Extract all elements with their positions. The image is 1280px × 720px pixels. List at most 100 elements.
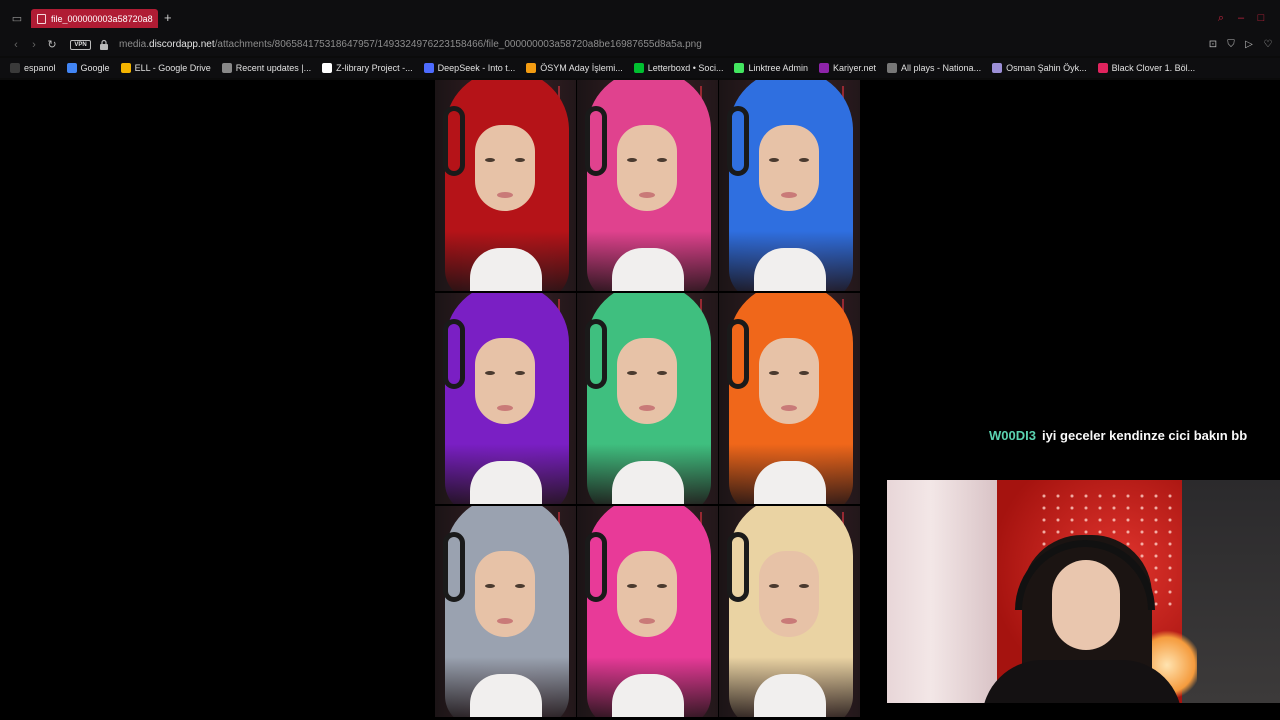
url-prefix: media. bbox=[119, 39, 150, 50]
linktree-icon bbox=[734, 63, 745, 73]
bookmark-label: Osman Şahin Öyk... bbox=[1006, 63, 1087, 73]
folder-icon bbox=[10, 63, 20, 73]
tab-bar: ▭ file_000000003a58720a8 + ⌕ – □ bbox=[0, 0, 1280, 36]
left-eye bbox=[485, 584, 495, 588]
minimize-button[interactable]: – bbox=[1234, 10, 1248, 26]
url-path: /attachments/806584175318647957/14933249… bbox=[214, 39, 702, 50]
face bbox=[617, 125, 677, 211]
tab-title: file_000000003a58720a8 bbox=[51, 13, 153, 24]
shield-icon[interactable]: ⛉ bbox=[1225, 39, 1237, 51]
face bbox=[759, 338, 819, 424]
letterboxd-icon bbox=[633, 63, 644, 73]
lips bbox=[497, 618, 513, 624]
face bbox=[759, 125, 819, 211]
reload-icon[interactable]: ↻ bbox=[45, 38, 59, 52]
right-eye bbox=[657, 158, 667, 162]
bookmark-label: All plays - Nationa... bbox=[901, 63, 982, 73]
right-eye bbox=[515, 371, 525, 375]
face bbox=[475, 125, 535, 211]
webcam-overlay bbox=[887, 480, 1280, 703]
back-button[interactable]: ‹ bbox=[9, 38, 23, 52]
bookmark-item[interactable]: Kariyer.net bbox=[819, 63, 876, 73]
right-eye bbox=[799, 584, 809, 588]
snapshot-icon[interactable]: ⊡ bbox=[1207, 39, 1219, 51]
url-field[interactable]: media.discordapp.net/attachments/8065841… bbox=[119, 39, 702, 51]
left-eye bbox=[627, 158, 637, 162]
shirt bbox=[612, 248, 684, 291]
portrait-blonde bbox=[719, 506, 860, 717]
bookmark-item[interactable]: Linktree Admin bbox=[734, 63, 808, 73]
left-eye bbox=[485, 371, 495, 375]
play-icon[interactable]: ▷ bbox=[1243, 39, 1255, 51]
lock-icon[interactable] bbox=[99, 39, 109, 51]
shirt bbox=[754, 248, 826, 291]
bookmark-label: Z-library Project -... bbox=[336, 63, 413, 73]
shirt bbox=[470, 248, 542, 291]
bookmark-label: ELL - Google Drive bbox=[134, 63, 211, 73]
portrait-pink bbox=[577, 80, 718, 291]
page-icon bbox=[992, 63, 1003, 73]
right-eye bbox=[799, 158, 809, 162]
active-tab[interactable]: file_000000003a58720a8 bbox=[31, 9, 158, 28]
bookmark-item[interactable]: Z-library Project -... bbox=[322, 63, 413, 73]
right-eye bbox=[657, 584, 667, 588]
bookmark-label: ÖSYM Aday İşlemi... bbox=[540, 63, 623, 73]
sidebar-toggle-icon[interactable]: ▭ bbox=[8, 10, 26, 26]
vpn-badge[interactable]: VPN bbox=[70, 40, 91, 50]
face bbox=[475, 551, 535, 637]
face bbox=[617, 338, 677, 424]
lips bbox=[781, 618, 797, 624]
portrait-silver bbox=[435, 506, 576, 717]
chat-username: W00DI3 bbox=[989, 428, 1036, 443]
bookmark-item[interactable]: Osman Şahin Öyk... bbox=[992, 63, 1087, 73]
shirt bbox=[612, 461, 684, 504]
bookmark-item[interactable]: ELL - Google Drive bbox=[120, 63, 211, 73]
left-eye bbox=[769, 371, 779, 375]
bookmark-label: Linktree Admin bbox=[748, 63, 808, 73]
curtain bbox=[887, 480, 997, 703]
chat-text: iyi geceler kendinze cici bakın bb bbox=[1041, 428, 1248, 443]
lips bbox=[639, 405, 655, 411]
url-domain: discordapp.net bbox=[149, 39, 215, 50]
bookmark-item[interactable]: espanol bbox=[10, 63, 56, 73]
portrait-purple bbox=[435, 293, 576, 504]
bookmark-item[interactable]: Google bbox=[66, 63, 110, 73]
bookmark-item[interactable]: All plays - Nationa... bbox=[887, 63, 981, 73]
bookmark-label: Kariyer.net bbox=[833, 63, 877, 73]
forward-button[interactable]: › bbox=[27, 38, 41, 52]
list-icon bbox=[887, 63, 898, 73]
bookmark-item[interactable]: Recent updates |... bbox=[221, 63, 312, 73]
heart-icon[interactable]: ♡ bbox=[1262, 39, 1274, 51]
bookmark-item[interactable]: Black Clover 1. Böl... bbox=[1097, 63, 1196, 73]
deepseek-icon bbox=[423, 63, 434, 73]
headphones bbox=[727, 319, 749, 389]
headphones bbox=[443, 532, 465, 602]
search-icon[interactable]: ⌕ bbox=[1214, 10, 1228, 26]
lips bbox=[497, 405, 513, 411]
drive-icon bbox=[120, 63, 131, 73]
headphones bbox=[443, 319, 465, 389]
maximize-button[interactable]: □ bbox=[1254, 10, 1268, 26]
shirt bbox=[612, 674, 684, 717]
headphones bbox=[727, 532, 749, 602]
lips bbox=[639, 192, 655, 198]
bc-icon bbox=[1097, 63, 1108, 73]
bookmark-label: Black Clover 1. Böl... bbox=[1111, 63, 1196, 73]
shirt bbox=[470, 461, 542, 504]
new-tab-button[interactable]: + bbox=[164, 10, 172, 26]
right-eye bbox=[515, 158, 525, 162]
bookmark-label: Recent updates |... bbox=[235, 63, 312, 73]
headphones bbox=[727, 106, 749, 176]
osym-icon bbox=[526, 63, 537, 73]
right-eye bbox=[657, 371, 667, 375]
bookmark-item[interactable]: Letterboxd • Soci... bbox=[633, 63, 723, 73]
bookmark-item[interactable]: DeepSeek - Into t... bbox=[423, 63, 515, 73]
file-icon bbox=[37, 13, 46, 24]
portrait-green bbox=[577, 293, 718, 504]
z-icon bbox=[322, 63, 333, 73]
hair-color-image bbox=[435, 80, 860, 717]
left-eye bbox=[485, 158, 495, 162]
lips bbox=[781, 192, 797, 198]
headphones bbox=[443, 106, 465, 176]
bookmark-item[interactable]: ÖSYM Aday İşlemi... bbox=[526, 63, 623, 73]
